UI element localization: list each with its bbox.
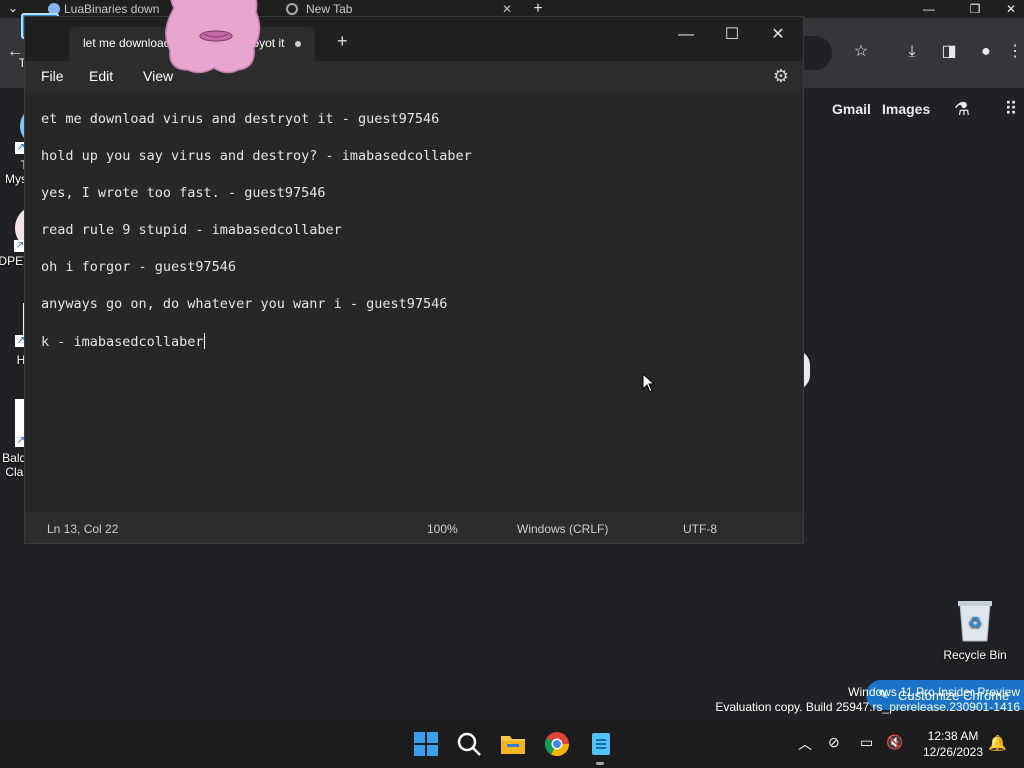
text-line: et me download virus and destryot it - g… — [41, 111, 440, 127]
display-icon[interactable]: ▭ — [860, 734, 873, 751]
notepad-text-area[interactable]: et me download virus and destryot it - g… — [25, 93, 803, 513]
menu-file[interactable]: File — [41, 68, 64, 84]
system-clock[interactable]: 12:38 AM 12/26/2023 — [918, 728, 988, 760]
watermark-build: Evaluation copy. Build 25947.rs_prerelea… — [715, 700, 1020, 714]
line-ending: Windows (CRLF) — [517, 522, 609, 536]
notepad-title-bar[interactable]: let me download virus and destroyot it +… — [25, 17, 803, 61]
active-app-indicator — [596, 762, 604, 765]
text-line-content: k - imabasedcollaber — [41, 334, 204, 350]
clock-date: 12/26/2023 — [922, 745, 984, 759]
settings-gear-icon[interactable]: ⚙ — [773, 66, 789, 87]
svg-text:♻: ♻ — [968, 613, 982, 632]
notepad-taskbar-icon[interactable] — [587, 730, 615, 758]
cursor-position: Ln 13, Col 22 — [47, 522, 119, 536]
minimize-icon[interactable]: — — [918, 0, 940, 19]
desktop-icon-label: Recycle Bin — [943, 648, 1007, 662]
notification-bell-icon[interactable]: 🔔 — [988, 734, 1007, 752]
side-panel-icon[interactable]: ◨ — [938, 42, 960, 62]
mouse-cursor-icon — [642, 373, 656, 393]
text-line: anyways go on, do whatever you wanr i - … — [41, 296, 448, 312]
apps-grid-icon[interactable]: ⠿ — [1000, 99, 1022, 119]
zoom-level: 100% — [427, 522, 458, 536]
close-window-icon[interactable]: ✕ — [1000, 0, 1022, 19]
maximize-icon[interactable]: ☐ — [709, 21, 755, 49]
new-document-tab-icon[interactable]: + — [337, 31, 348, 52]
gmail-link[interactable]: Gmail — [832, 101, 871, 117]
minimize-icon[interactable]: — — [663, 21, 709, 49]
images-link[interactable]: Images — [882, 101, 930, 117]
text-line-current: k - imabasedcollaber — [41, 333, 205, 350]
show-hidden-icons-chevron-icon[interactable]: ︿ — [798, 734, 812, 754]
recycle-bin-icon: ♻ — [955, 598, 995, 642]
watermark-edition: Windows 11 Pro Insider Preview — [848, 685, 1020, 699]
network-disconnected-icon[interactable]: ⊘ — [828, 734, 840, 751]
chrome-icon[interactable] — [543, 730, 571, 758]
windows-watermark: Windows 11 Pro Insider Preview Evaluatio… — [715, 685, 1020, 715]
bookmark-star-icon[interactable]: ☆ — [850, 42, 872, 62]
text-caret — [203, 333, 205, 349]
menu-icon[interactable]: ⋮ — [1004, 42, 1024, 62]
file-explorer-icon[interactable] — [499, 730, 527, 758]
close-icon[interactable]: ✕ — [755, 21, 801, 49]
text-line: yes, I wrote too fast. - guest97546 — [41, 185, 326, 201]
unsaved-dot-icon — [295, 41, 301, 47]
start-windows-icon[interactable] — [412, 730, 440, 758]
download-icon[interactable]: ⤓ — [901, 42, 923, 62]
restore-icon[interactable]: ❐ — [964, 0, 986, 19]
search-icon[interactable] — [455, 730, 483, 758]
volume-muted-icon[interactable]: 🔇 — [886, 734, 903, 751]
encoding: UTF-8 — [683, 522, 717, 536]
menu-edit[interactable]: Edit — [89, 68, 113, 84]
desktop-icon-recycle-bin[interactable]: ♻ Recycle Bin — [935, 598, 1015, 662]
chrome-logo-icon — [286, 3, 298, 15]
text-line: hold up you say virus and destroy? - ima… — [41, 148, 472, 164]
text-line: oh i forgor - guest97546 — [41, 259, 237, 275]
profile-icon[interactable]: ● — [975, 42, 997, 62]
ditto-overlay-icon — [160, 0, 264, 76]
notepad-window: let me download virus and destroyot it +… — [24, 16, 804, 544]
taskbar: ︿ ⊘ ▭ 🔇 12:38 AM 12/26/2023 🔔 — [0, 720, 1024, 768]
text-line: read rule 9 stupid - imabasedcollaber — [41, 222, 342, 238]
screen: ⌄ LuaBinaries down New Tab ✕ + — ❐ ✕ ← ☆… — [0, 0, 1024, 768]
clock-time: 12:38 AM — [927, 729, 979, 743]
notepad-status-bar: Ln 13, Col 22 100% Windows (CRLF) UTF-8 — [25, 513, 803, 543]
labs-flask-icon[interactable]: ⚗ — [951, 99, 973, 119]
notepad-menu-bar: File Edit View ⚙ — [25, 61, 803, 93]
chrome-tab-label: New Tab — [306, 2, 353, 16]
